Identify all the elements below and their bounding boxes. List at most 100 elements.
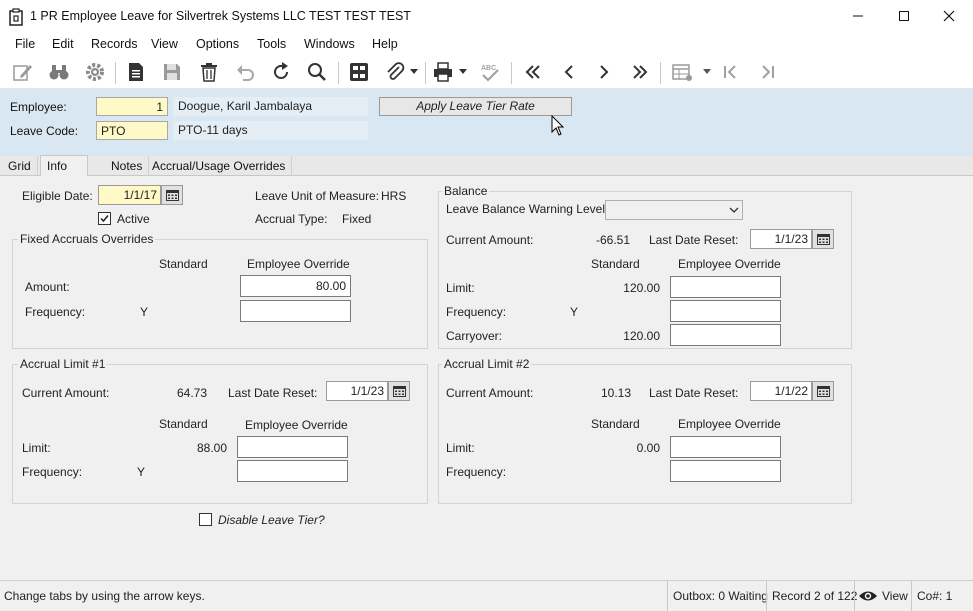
grid-view-icon (672, 64, 692, 81)
previous-record-icon (564, 65, 573, 79)
edit-button[interactable] (10, 60, 34, 84)
employee-label: Employee: (10, 100, 67, 114)
maximize-button[interactable] (881, 0, 927, 32)
limit2-limit-label: Limit: (446, 441, 475, 455)
menu-help[interactable]: Help (372, 37, 398, 51)
accrual-type-label: Accrual Type: (255, 212, 328, 226)
new-button[interactable] (124, 60, 148, 84)
carryover-override-input[interactable] (670, 324, 781, 346)
fixed-amount-label: Amount: (25, 280, 70, 294)
fixed-frequency-override-input[interactable] (240, 300, 351, 322)
settings-button[interactable] (83, 60, 107, 84)
balance-frequency-override-input[interactable] (670, 300, 781, 322)
grid-view-dropdown[interactable] (700, 60, 714, 84)
fixed-frequency-standard: Y (140, 305, 149, 319)
tab-accrual-usage-overrides[interactable]: Accrual/Usage Overrides (146, 156, 293, 176)
carryover-label: Carryover: (446, 329, 503, 343)
limit1-standard-header: Standard (159, 417, 208, 431)
chevron-down-icon (459, 69, 467, 74)
find-button[interactable] (47, 60, 71, 84)
edit-icon (13, 65, 32, 81)
limit2-limit-override-input[interactable] (670, 436, 781, 458)
print-dropdown[interactable] (456, 60, 470, 84)
fixed-amount-override-input[interactable]: 80.00 (240, 275, 351, 297)
toolbar-separator (338, 62, 339, 84)
spellcheck-button[interactable]: ABC (478, 60, 502, 84)
menu-records[interactable]: Records (91, 37, 138, 51)
tab-notes[interactable]: Notes (105, 156, 150, 176)
limit1-frequency-override-input[interactable] (237, 460, 348, 482)
limit1-reset-calendar-button[interactable] (388, 381, 410, 401)
attachment-icon (387, 62, 405, 80)
checkmark-icon (100, 215, 109, 223)
limit1-reset-date-field[interactable]: 1/1/23 (326, 381, 388, 401)
disable-leave-tier-checkbox[interactable] (199, 513, 212, 526)
next-record-button[interactable] (592, 60, 616, 84)
menu-options[interactable]: Options (196, 37, 239, 51)
tab-grid[interactable]: Grid (2, 156, 38, 176)
limit1-limit-standard: 88.00 (196, 441, 227, 455)
outbox-status[interactable]: Outbox: 0 Waiting (673, 589, 768, 603)
last-record-button[interactable] (628, 60, 652, 84)
apply-leave-tier-rate-button[interactable]: Apply Leave Tier Rate (379, 97, 572, 116)
new-document-icon (129, 63, 143, 81)
eligible-date-field[interactable]: 1/1/17 (98, 185, 161, 205)
print-button[interactable] (431, 60, 455, 84)
limit2-frequency-override-input[interactable] (670, 460, 781, 482)
limit1-limit-override-input[interactable] (237, 436, 348, 458)
limit2-reset-calendar-button[interactable] (812, 381, 834, 401)
go-first-button[interactable] (719, 60, 743, 84)
chevron-down-icon (410, 69, 418, 74)
balance-reset-date-field[interactable]: 1/1/23 (750, 229, 812, 249)
menu-edit[interactable]: Edit (52, 37, 74, 51)
close-icon (943, 10, 955, 22)
grid-view-button[interactable] (670, 60, 694, 84)
first-record-button[interactable] (521, 60, 545, 84)
delete-icon (201, 63, 217, 82)
leave-code-field[interactable]: PTO (96, 121, 168, 140)
status-hint: Change tabs by using the arrow keys. (4, 589, 205, 603)
go-last-button[interactable] (755, 60, 779, 84)
menu-windows[interactable]: Windows (304, 37, 355, 51)
menu-file[interactable]: File (15, 37, 35, 51)
refresh-button[interactable] (269, 60, 293, 84)
tab-info[interactable]: Info (40, 155, 88, 176)
calendar-icon (816, 386, 830, 397)
view-mode[interactable]: View (882, 589, 908, 603)
toolbar-separator (425, 62, 426, 84)
save-button[interactable] (160, 60, 184, 84)
undo-icon (237, 65, 254, 81)
eligible-date-calendar-button[interactable] (161, 185, 183, 205)
limit2-frequency-label: Frequency: (446, 465, 507, 479)
binoculars-icon (49, 65, 69, 80)
menu-tools[interactable]: Tools (257, 37, 286, 51)
form-view-button[interactable] (347, 60, 371, 84)
previous-record-button[interactable] (557, 60, 581, 84)
balance-frequency-label: Frequency: (446, 305, 507, 319)
limit2-current-label: Current Amount: (446, 386, 534, 400)
undo-button[interactable] (233, 60, 257, 84)
balance-reset-calendar-button[interactable] (812, 229, 834, 249)
attachment-button[interactable] (383, 60, 407, 84)
app-icon (9, 8, 23, 26)
save-icon (164, 64, 180, 80)
warning-level-select[interactable] (605, 200, 743, 220)
balance-limit-override-input[interactable] (670, 276, 781, 298)
balance-reset-label: Last Date Reset: (649, 233, 739, 247)
status-bar: Change tabs by using the arrow keys. Out… (0, 580, 973, 611)
attachment-dropdown[interactable] (407, 60, 421, 84)
limit1-reset-label: Last Date Reset: (228, 386, 318, 400)
menu-bar: File Edit Records View Options Tools Win… (0, 32, 973, 56)
limit2-standard-header: Standard (591, 417, 640, 431)
limit2-reset-date-field[interactable]: 1/1/22 (750, 381, 812, 401)
status-separator (911, 581, 912, 611)
delete-button[interactable] (197, 60, 221, 84)
active-checkbox[interactable] (98, 212, 111, 225)
go-last-icon (762, 65, 774, 79)
fixed-frequency-label: Frequency: (25, 305, 86, 319)
employee-id-field[interactable]: 1 (96, 97, 168, 116)
search-button[interactable] (305, 60, 329, 84)
minimize-button[interactable] (835, 0, 881, 32)
menu-view[interactable]: View (151, 37, 178, 51)
close-button[interactable] (926, 0, 972, 32)
